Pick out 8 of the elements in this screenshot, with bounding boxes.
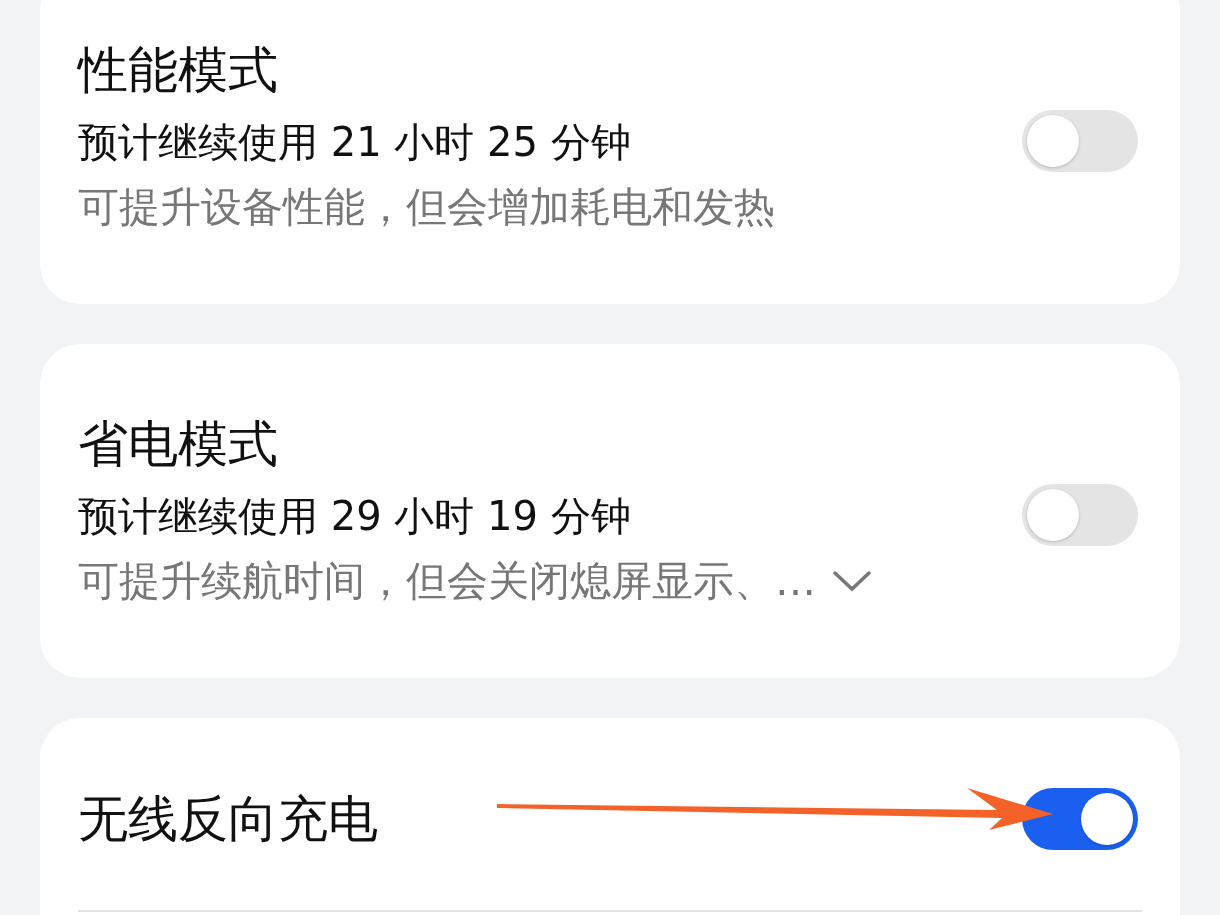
battery-estimate: 预计继续使用 21 小时 25 分钟 bbox=[78, 118, 632, 167]
setting-description: 可提升续航时间，但会关闭熄屏显示、… bbox=[78, 556, 816, 607]
setting-title: 性能模式 bbox=[78, 40, 279, 100]
battery-estimate: 预计继续使用 29 小时 19 分钟 bbox=[78, 492, 632, 541]
setting-title: 无线反向充电 bbox=[78, 789, 378, 849]
setting-title: 省电模式 bbox=[78, 414, 279, 474]
setting-description: 可提升设备性能，但会增加耗电和发热 bbox=[78, 182, 775, 233]
chevron-down-icon[interactable] bbox=[832, 569, 872, 593]
